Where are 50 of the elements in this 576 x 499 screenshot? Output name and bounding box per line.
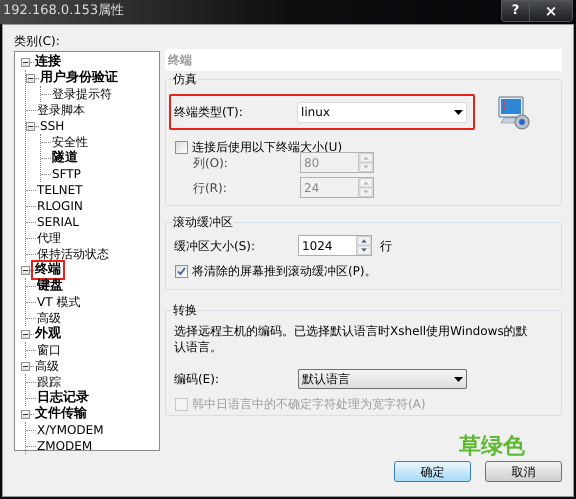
spin-box[interactable]: 1024 <box>298 235 372 256</box>
tree-item[interactable]: 登录脚本 <box>36 103 86 117</box>
tree-item[interactable]: 终端 <box>34 263 62 277</box>
field-label: 缓冲区大小(S): <box>174 238 256 254</box>
terminal-type-dropdown[interactable]: linux <box>297 102 467 122</box>
tree-item[interactable]: X/YMODEM <box>36 423 105 437</box>
tree-item[interactable]: 高级 <box>36 311 62 325</box>
encoding-dropdown[interactable]: 默认语言 <box>298 369 467 389</box>
checkbox-label[interactable]: 将清除的屏幕推到滚动缓冲区(P)。 <box>192 262 377 280</box>
tree-item[interactable]: TELNET <box>36 183 84 197</box>
tree-item[interactable]: 文件传输 <box>34 407 88 421</box>
field-label: 编码(E): <box>174 371 220 388</box>
checkbox-label: 韩中日语言中的不确定字符处理为宽字符(A) <box>192 396 426 413</box>
field-label: 列(O): <box>193 154 229 172</box>
tree-item[interactable]: SFTP <box>51 167 82 181</box>
field-label: 终端类型(T): <box>174 104 244 121</box>
tree-item[interactable]: SERIAL <box>36 215 80 229</box>
description-text: 选择远程主机的编码。已选择默认语言时Xshell使用Windows的默认语言。 <box>174 323 529 355</box>
tree-item[interactable]: VT 模式 <box>36 295 82 309</box>
annotation-text: 草绿色 <box>459 435 525 459</box>
tree-item[interactable]: 日志记录 <box>36 391 90 405</box>
group-title: 仿真 <box>172 71 198 87</box>
tree-item[interactable]: RLOGIN <box>36 199 84 213</box>
tree-item[interactable]: 保持活动状态 <box>36 247 110 261</box>
tree-item[interactable]: 登录提示符 <box>51 87 113 101</box>
panel-header: 终端 <box>165 49 562 71</box>
tree-item[interactable]: 外观 <box>34 327 62 341</box>
tree-item[interactable]: 键盘 <box>36 279 64 293</box>
tree-item[interactable]: 代理 <box>36 231 62 245</box>
tree-item[interactable]: 安全性 <box>51 135 89 149</box>
tree-item[interactable]: 用户身份验证 <box>39 71 119 85</box>
tree-item[interactable]: 高级 <box>34 359 60 373</box>
tree-item[interactable]: ZMODEM <box>36 439 94 453</box>
group-title: 滚动缓冲区 <box>172 214 234 230</box>
group-title: 转换 <box>172 302 198 318</box>
tree-item[interactable]: 隧道 <box>51 151 79 165</box>
field-label: 行(R): <box>193 180 228 196</box>
close-button[interactable]: × <box>530 1 572 21</box>
tree-item[interactable]: SSH <box>39 119 66 133</box>
ok-button[interactable]: 确定 <box>394 461 471 482</box>
cancel-button[interactable]: 取消 <box>485 461 562 482</box>
unit-label: 行 <box>380 238 392 254</box>
spin-box: 80 <box>300 152 374 173</box>
tree-item[interactable]: 窗口 <box>36 343 62 357</box>
window-title: 192.168.0.153属性 <box>2 2 124 20</box>
category-label: 类别(C): <box>14 33 61 49</box>
spin-box: 24 <box>300 177 374 198</box>
tree-item[interactable]: 跟踪 <box>36 375 62 389</box>
tree-item[interactable]: 连接 <box>34 55 62 69</box>
help-button[interactable]: ? <box>502 1 530 21</box>
